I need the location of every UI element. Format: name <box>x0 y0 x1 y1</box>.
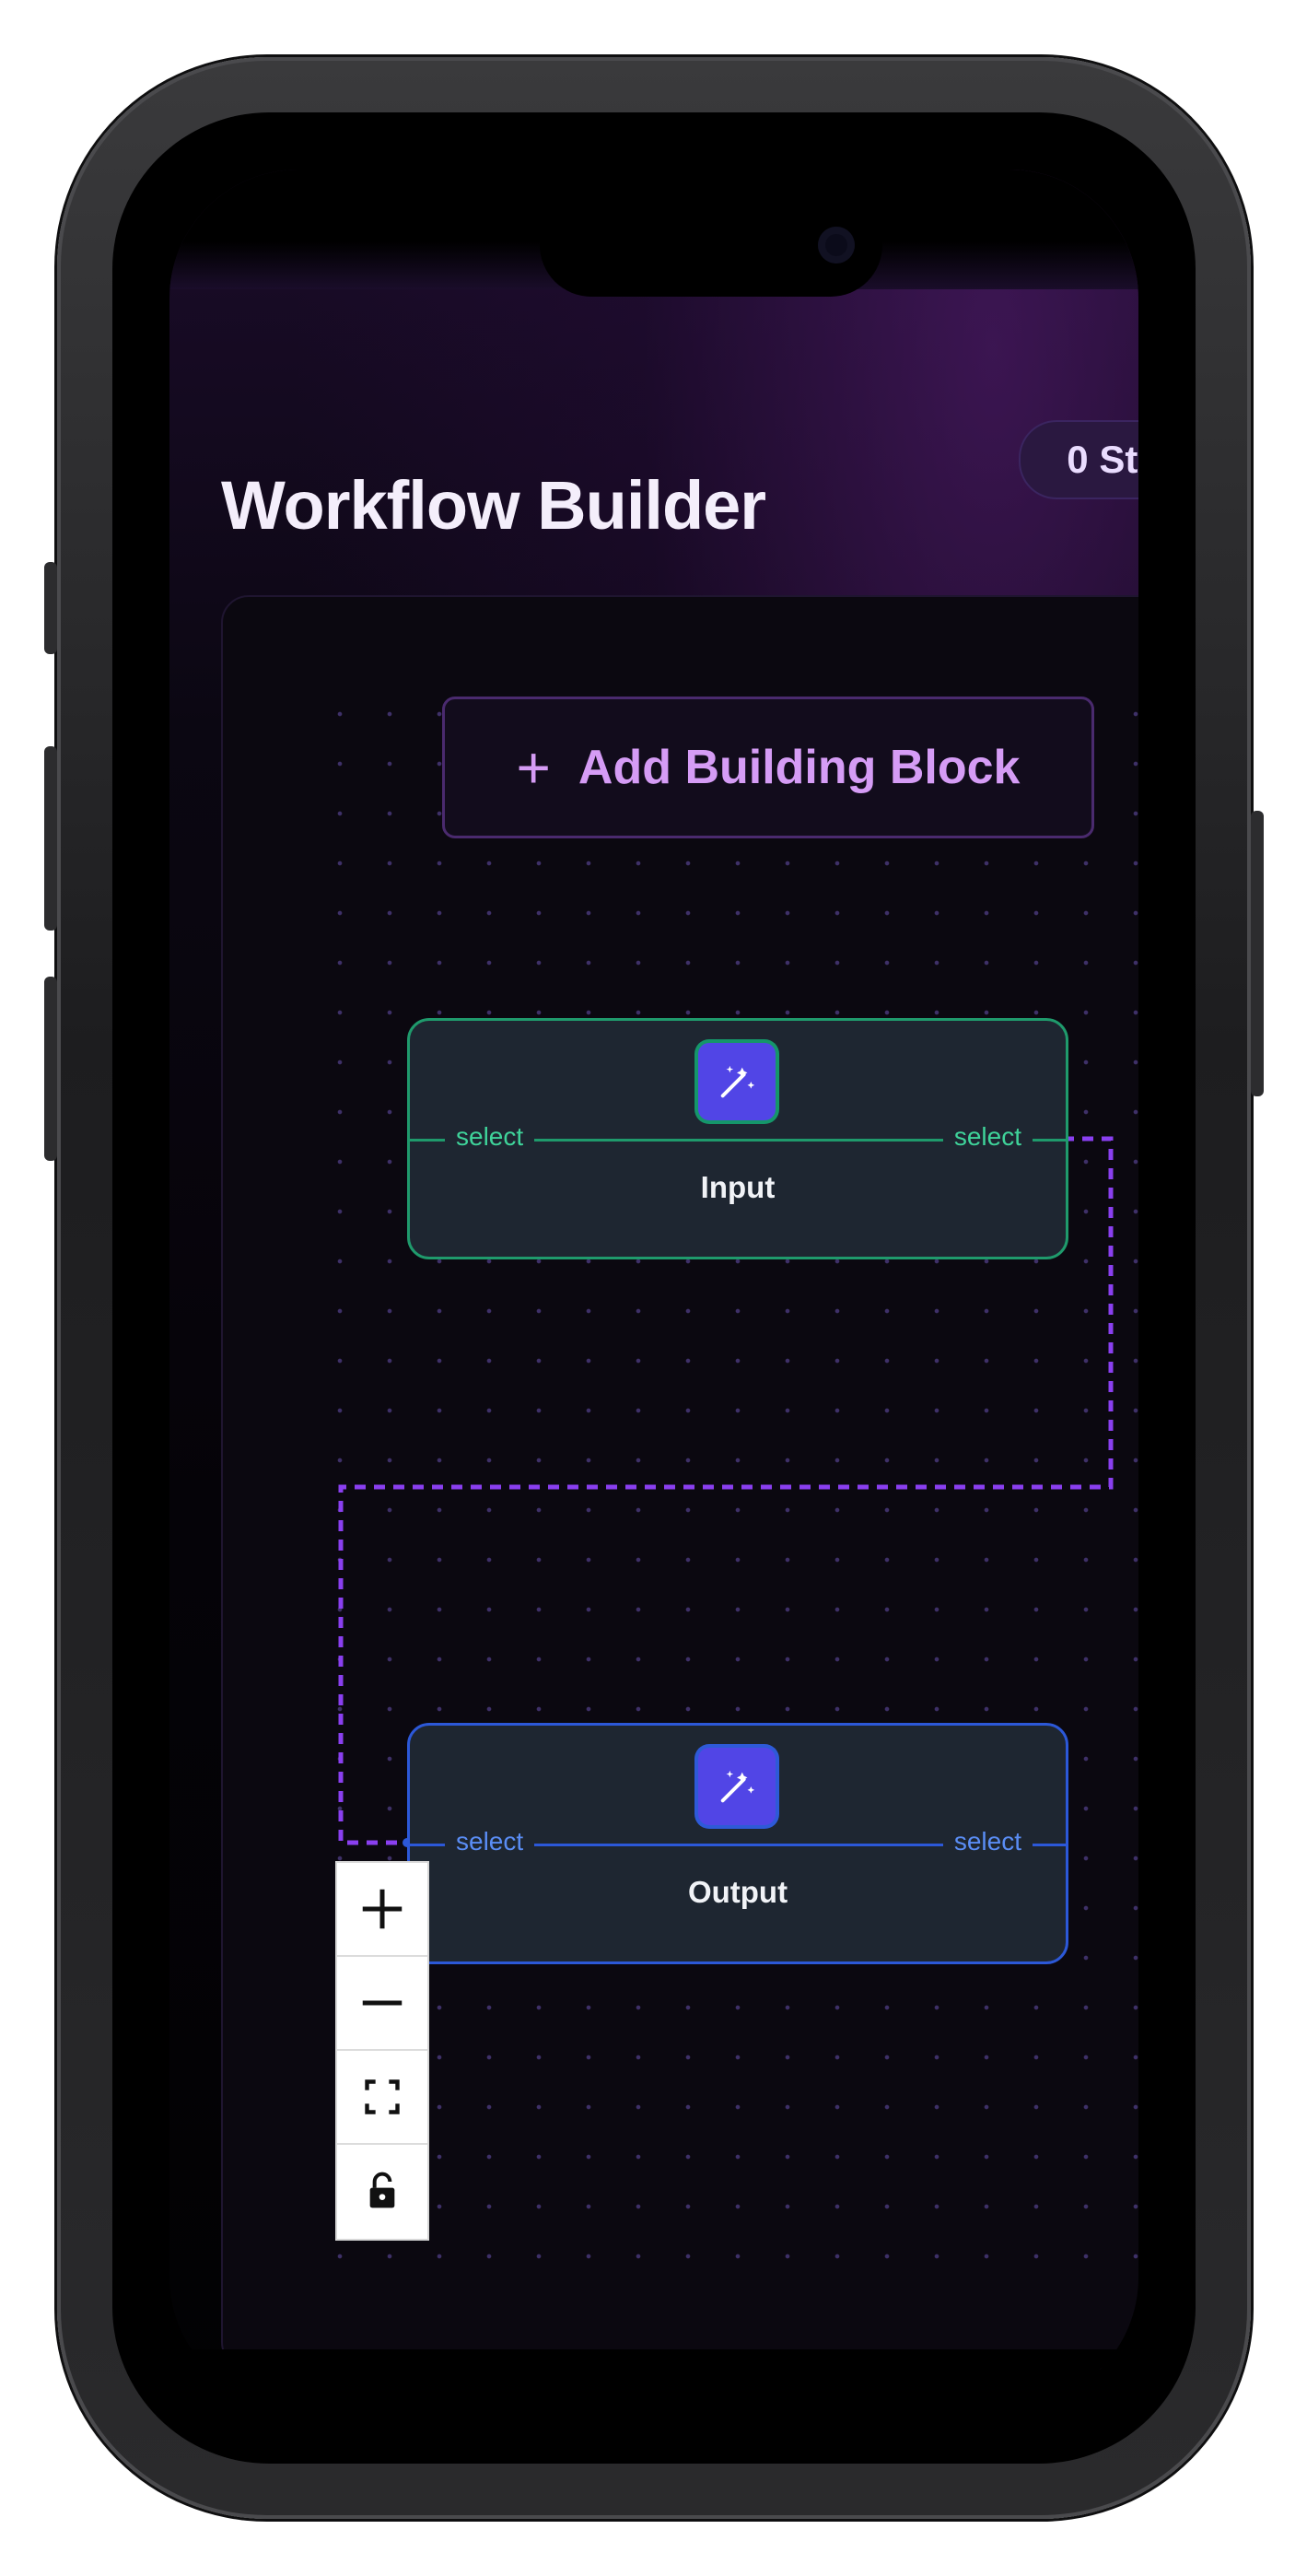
volume-up-button <box>44 746 57 931</box>
add-building-block-label: Add Building Block <box>578 741 1021 794</box>
input-right-port-label[interactable]: select <box>942 1122 1033 1152</box>
screen: Workflow Builder 0 Steps + Add Building … <box>169 170 1138 2406</box>
node-input[interactable]: select select Input <box>407 1018 1068 1259</box>
phone-frame: Workflow Builder 0 Steps + Add Building … <box>44 57 1264 2519</box>
unlock-icon <box>369 2172 395 2208</box>
output-right-port-label[interactable]: select <box>942 1827 1033 1856</box>
node-output[interactable]: select select Output <box>407 1723 1068 1964</box>
canvas-dot-grid <box>315 689 1138 2283</box>
fit-view-button[interactable] <box>337 2051 427 2145</box>
node-input-name: Input <box>700 1170 776 1204</box>
zoom-in-icon <box>362 1889 403 1929</box>
canvas-controls <box>335 1861 429 2241</box>
zoom-in-button[interactable] <box>337 1863 427 1957</box>
action-button <box>44 562 57 654</box>
toggle-interactivity-button[interactable] <box>337 2145 427 2237</box>
workflow-canvas[interactable]: + Add Building Block select select Input… <box>221 595 1138 2370</box>
magic-wand-icon <box>698 1043 776 1120</box>
plus-icon: + <box>516 734 551 801</box>
zoom-out-button[interactable] <box>337 1957 427 2051</box>
zoom-out-icon <box>362 2000 403 2006</box>
magic-wand-icon <box>698 1748 776 1825</box>
page-title: Workflow Builder <box>221 467 766 544</box>
power-button <box>1251 811 1264 1096</box>
phone-bezel: Workflow Builder 0 Steps + Add Building … <box>112 112 1196 2464</box>
camera-icon <box>818 227 855 263</box>
dynamic-island <box>540 193 882 297</box>
fit-view-icon <box>365 2079 400 2114</box>
bottom-safe-area <box>169 2349 1138 2406</box>
add-building-block-button[interactable]: + Add Building Block <box>442 697 1094 838</box>
node-output-name: Output <box>687 1875 788 1909</box>
input-left-port-label[interactable]: select <box>445 1122 535 1152</box>
volume-down-button <box>44 977 57 1161</box>
output-left-port-label[interactable]: select <box>445 1827 535 1856</box>
steps-badge: 0 Steps <box>1019 420 1138 499</box>
